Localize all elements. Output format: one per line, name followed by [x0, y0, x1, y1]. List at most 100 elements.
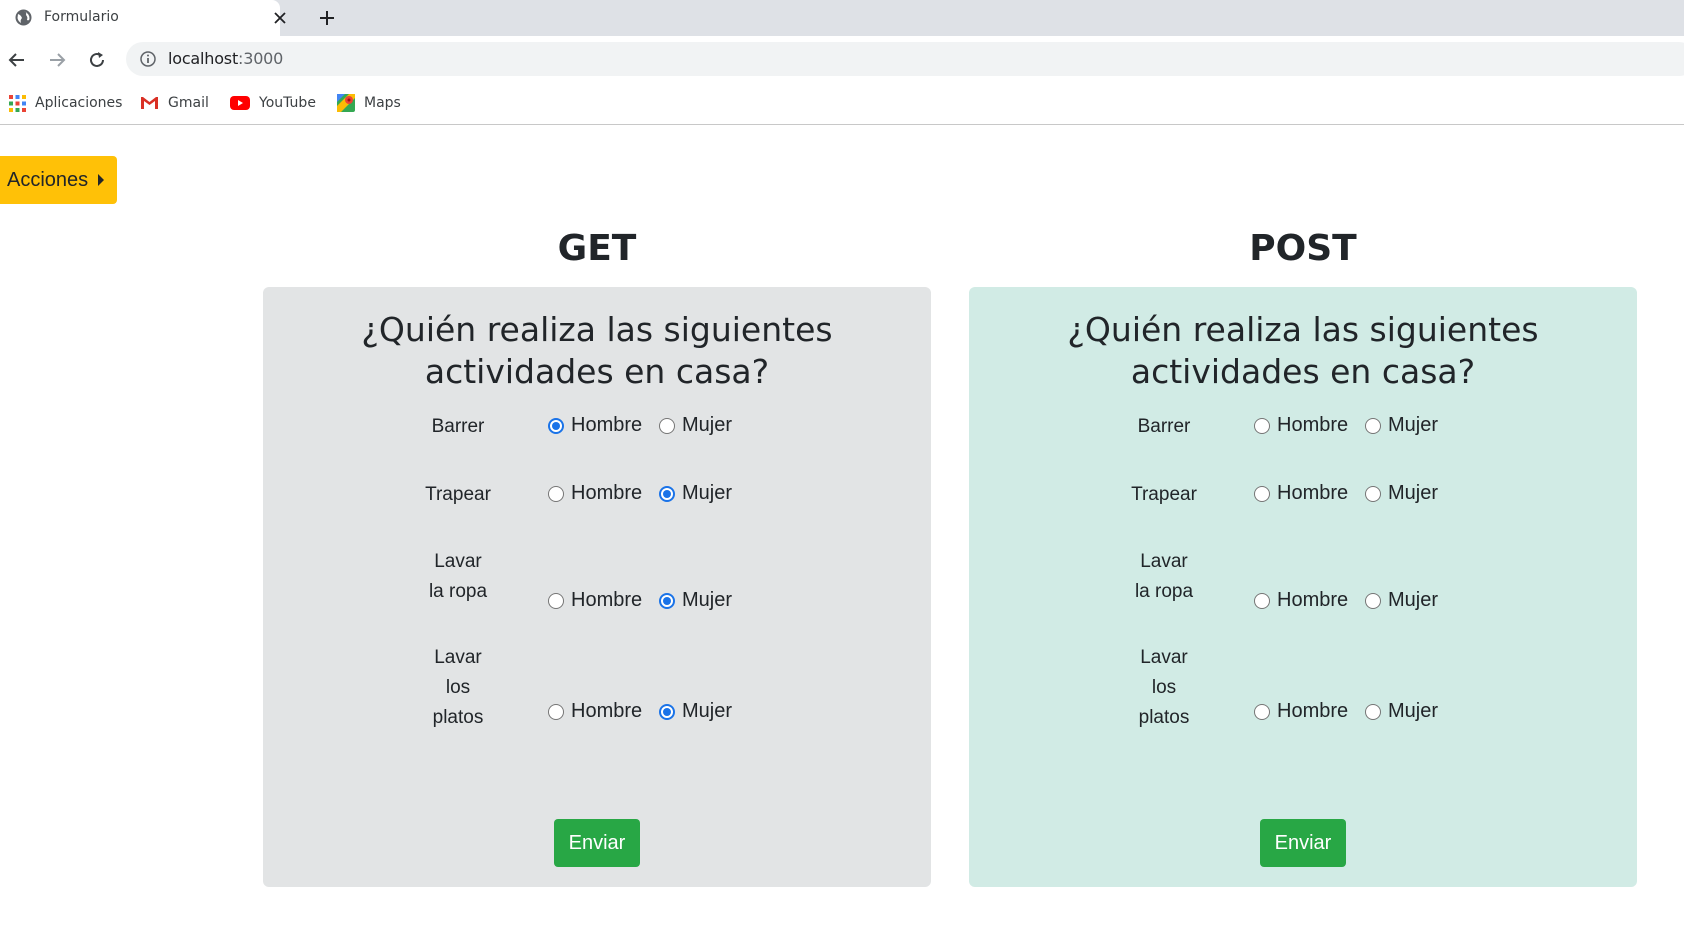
radio-button[interactable]: [659, 592, 675, 609]
get-section-title: GET: [557, 228, 637, 269]
radio-button[interactable]: [1365, 592, 1381, 609]
radio-button[interactable]: [1254, 485, 1270, 502]
tab-strip: Formulario: [0, 0, 1684, 36]
activity-label-line: Barrer: [1137, 416, 1191, 437]
activity-label-line: Trapear: [1131, 484, 1197, 505]
caret-right-icon: [98, 174, 105, 186]
radio-button[interactable]: [659, 417, 675, 434]
heading-line: ¿Quién realiza las siguientes: [1067, 310, 1539, 349]
radio-option-mujer[interactable]: Mujer: [659, 589, 732, 612]
form-question-heading: ¿Quién realiza las siguientes actividades…: [263, 309, 931, 393]
radio-option-label: Hombre: [1277, 589, 1349, 611]
activity-label-line: platos: [432, 707, 484, 728]
bookmark-maps[interactable]: Maps: [337, 93, 401, 113]
globe-icon: [15, 9, 32, 26]
form-question-heading: ¿Quién realiza las siguientes actividades…: [969, 309, 1637, 393]
radio-button[interactable]: [1365, 485, 1381, 502]
url-text: localhost:3000: [168, 49, 283, 68]
activity-label: Barrer: [408, 412, 508, 442]
bookmark-label: Aplicaciones: [35, 95, 123, 111]
radio-option-mujer[interactable]: Mujer: [1365, 700, 1438, 723]
radio-button[interactable]: [659, 485, 675, 502]
activity-label: Lavar la ropa: [1114, 547, 1214, 607]
new-tab-icon[interactable]: [316, 7, 338, 29]
bookmark-youtube[interactable]: YouTube: [230, 93, 316, 113]
radio-option-label: Mujer: [682, 482, 733, 504]
radio-option-hombre[interactable]: Hombre: [1254, 589, 1348, 612]
radio-option-hombre[interactable]: Hombre: [1254, 482, 1348, 505]
back-arrow-icon[interactable]: [5, 48, 29, 72]
radio-option-label: Mujer: [682, 589, 733, 611]
radio-option-hombre[interactable]: Hombre: [1254, 700, 1348, 723]
gmail-icon: [141, 97, 158, 109]
radio-option-hombre[interactable]: Hombre: [548, 700, 642, 723]
forward-arrow-icon[interactable]: [45, 48, 69, 72]
youtube-icon: [230, 96, 250, 110]
radio-button[interactable]: [1365, 417, 1381, 434]
radio-button[interactable]: [548, 417, 564, 434]
acciones-dropdown-button[interactable]: Acciones: [0, 156, 117, 204]
post-form-card: ¿Quién realiza las siguientes actividades…: [969, 287, 1637, 887]
radio-option-label: Mujer: [1388, 700, 1439, 722]
radio-option-mujer[interactable]: Mujer: [1365, 482, 1438, 505]
apps-grid-icon: [9, 94, 26, 112]
radio-button[interactable]: [548, 703, 564, 720]
radio-option-label: Hombre: [571, 589, 643, 611]
activity-label-line: la ropa: [1134, 581, 1194, 602]
radio-button[interactable]: [548, 592, 564, 609]
bookmark-label: YouTube: [259, 95, 316, 111]
get-form-card: ¿Quién realiza las siguientes actividades…: [263, 287, 931, 887]
radio-option-mujer[interactable]: Mujer: [1365, 414, 1438, 437]
activity-label-line: Barrer: [431, 416, 485, 437]
radio-option-label: Hombre: [1277, 700, 1349, 722]
radio-option-mujer[interactable]: Mujer: [1365, 589, 1438, 612]
reload-icon[interactable]: [85, 48, 109, 72]
radio-option-hombre[interactable]: Hombre: [1254, 414, 1348, 437]
activity-label-line: Lavar: [1140, 551, 1188, 572]
radio-button[interactable]: [1254, 417, 1270, 434]
radio-option-mujer[interactable]: Mujer: [659, 482, 732, 505]
radio-option-hombre[interactable]: Hombre: [548, 414, 642, 437]
bookmark-label: Gmail: [168, 95, 209, 111]
close-icon[interactable]: [270, 8, 290, 28]
radio-option-label: Mujer: [1388, 589, 1439, 611]
radio-option-hombre[interactable]: Hombre: [548, 482, 642, 505]
radio-option-mujer[interactable]: Mujer: [659, 700, 732, 723]
bookmarks-bar: Aplicaciones Gmail YouTube Maps: [0, 83, 1684, 125]
info-icon[interactable]: [140, 51, 156, 67]
activity-label-line: los: [1151, 677, 1177, 698]
activity-label-line: la ropa: [428, 581, 488, 602]
activity-label: Lavar los platos: [408, 643, 508, 733]
activity-label-line: platos: [1138, 707, 1190, 728]
submit-button[interactable]: Enviar: [1260, 819, 1346, 867]
heading-line: actividades en casa?: [1130, 352, 1476, 391]
post-section-title: POST: [1249, 228, 1357, 269]
activity-label-line: Lavar: [434, 551, 482, 572]
radio-option-label: Mujer: [682, 700, 733, 722]
radio-button[interactable]: [1365, 703, 1381, 720]
radio-option-label: Hombre: [571, 700, 643, 722]
maps-icon: [337, 94, 355, 112]
heading-line: actividades en casa?: [424, 352, 770, 391]
activity-label: Barrer: [1114, 412, 1214, 442]
radio-option-label: Mujer: [1388, 414, 1439, 436]
radio-button[interactable]: [1254, 592, 1270, 609]
radio-option-label: Mujer: [1388, 482, 1439, 504]
radio-option-mujer[interactable]: Mujer: [659, 414, 732, 437]
bookmark-gmail[interactable]: Gmail: [140, 93, 209, 113]
browser-tab[interactable]: Formulario: [0, 0, 286, 36]
radio-button[interactable]: [1254, 703, 1270, 720]
heading-line: ¿Quién realiza las siguientes: [361, 310, 833, 349]
radio-option-hombre[interactable]: Hombre: [548, 589, 642, 612]
radio-option-label: Mujer: [682, 414, 733, 436]
bookmark-apps[interactable]: Aplicaciones: [9, 93, 122, 113]
submit-button[interactable]: Enviar: [554, 819, 640, 867]
acciones-label: Acciones: [7, 168, 89, 191]
activity-label-line: Trapear: [425, 484, 491, 505]
radio-button[interactable]: [659, 703, 675, 720]
bookmark-label: Maps: [364, 95, 401, 111]
address-bar[interactable]: localhost:3000: [126, 42, 1684, 76]
radio-button[interactable]: [548, 485, 564, 502]
activity-label-line: Lavar: [1140, 647, 1188, 668]
radio-option-label: Hombre: [1277, 414, 1349, 436]
